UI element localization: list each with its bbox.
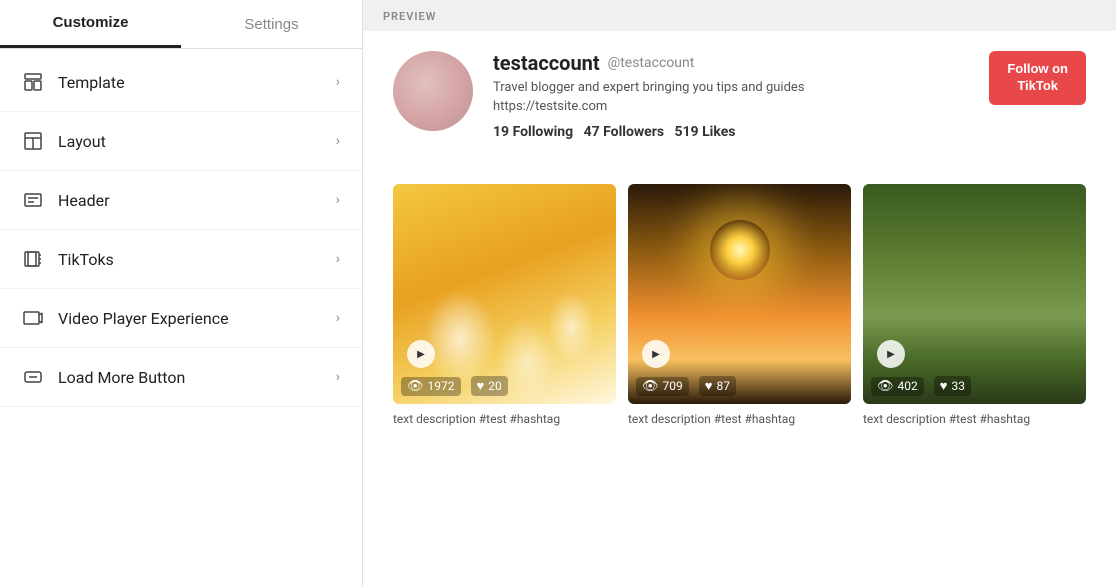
play-button-2[interactable]: ▶ [642,340,670,368]
likes-count-3: 33 [951,379,965,393]
profile-name: testaccount [493,51,600,75]
heart-icon-1: ♥ [477,378,485,394]
menu-item-tiktoks[interactable]: TikToks › [0,230,362,289]
views-count-2: 709 [663,379,683,393]
profile-info: testaccount @testaccount Travel blogger … [493,51,989,140]
eye-icon-2: 👁 [642,379,659,394]
views-stat-1: 👁 1972 [401,377,461,396]
template-label: Template [58,73,336,92]
likes-stat-2: ♥ 87 [699,376,736,396]
views-count-3: 402 [898,379,918,393]
tiktoks-chevron: › [336,251,340,267]
likes-count-1: 20 [488,379,502,393]
load-more-icon [22,366,44,388]
tab-bar: Customize Settings [0,0,362,49]
profile-bio: Travel blogger and expert bringing you t… [493,79,989,97]
video-desc-3: text description #test #hashtag [863,412,1086,428]
profile-url: https://testsite.com [493,99,989,114]
right-panel: PREVIEW testaccount @testaccount Travel … [363,0,1116,586]
header-icon [22,189,44,211]
menu-list: Template › Layout › [0,49,362,411]
profile-section: testaccount @testaccount Travel blogger … [393,51,1086,160]
play-button-3[interactable]: ▶ [877,340,905,368]
layout-icon [22,130,44,152]
video-desc-2: text description #test #hashtag [628,412,851,428]
video-thumbnail-1: ▶ 👁 1972 ♥ 20 [393,184,616,404]
video-desc-1: text description #test #hashtag [393,412,616,428]
views-stat-2: 👁 709 [636,377,689,396]
followers-count: 47 [584,124,600,140]
sun-overlay [710,220,770,280]
tiktoks-label: TikToks [58,250,336,269]
video-thumbnail-3: ▶ 👁 402 ♥ 33 [863,184,1086,404]
menu-item-load-more[interactable]: Load More Button › [0,348,362,407]
menu-item-template[interactable]: Template › [0,53,362,112]
load-more-label: Load More Button [58,368,336,387]
follow-tiktok-button[interactable]: Follow onTikTok [989,51,1086,105]
views-count-1: 1972 [428,379,455,393]
left-panel: Customize Settings Template › [0,0,363,586]
video-thumbnail-2: ▶ 👁 709 ♥ 87 [628,184,851,404]
header-chevron: › [336,192,340,208]
likes-label: Likes [702,124,735,140]
menu-item-header[interactable]: Header › [0,171,362,230]
play-button-1[interactable]: ▶ [407,340,435,368]
header-label: Header [58,191,336,210]
video-stats-3: 👁 402 ♥ 33 [871,376,1078,396]
avatar [393,51,473,131]
menu-item-video-player[interactable]: Video Player Experience › [0,289,362,348]
video-player-label: Video Player Experience [58,309,336,328]
video-card-3[interactable]: ▶ 👁 402 ♥ 33 text description #test #has… [863,184,1086,428]
following-count: 19 [493,124,509,140]
tab-settings[interactable]: Settings [181,0,362,48]
preview-label: PREVIEW [363,0,1116,31]
profile-stats: 19 Following 47 Followers 519 Likes [493,124,989,140]
video-card-2[interactable]: ▶ 👁 709 ♥ 87 text description #test #has… [628,184,851,428]
video-stats-1: 👁 1972 ♥ 20 [401,376,608,396]
followers-label: Followers [603,124,664,140]
layout-label: Layout [58,132,336,151]
likes-stat-1: ♥ 20 [471,376,508,396]
likes-stat-3: ♥ 33 [934,376,971,396]
tiktoks-icon [22,248,44,270]
profile-name-row: testaccount @testaccount [493,51,989,75]
video-player-icon [22,307,44,329]
template-icon [22,71,44,93]
heart-icon-3: ♥ [940,378,948,394]
eye-icon-1: 👁 [407,379,424,394]
eye-icon-3: 👁 [877,379,894,394]
profile-handle: @testaccount [608,55,695,71]
videos-grid: ▶ 👁 1972 ♥ 20 text description #test #ha… [393,184,1086,428]
likes-count: 519 [674,124,698,140]
video-stats-2: 👁 709 ♥ 87 [636,376,843,396]
tab-customize[interactable]: Customize [0,0,181,48]
likes-count-2: 87 [716,379,730,393]
preview-content: testaccount @testaccount Travel blogger … [363,31,1116,586]
load-more-chevron: › [336,369,340,385]
template-chevron: › [336,74,340,90]
heart-icon-2: ♥ [705,378,713,394]
layout-chevron: › [336,133,340,149]
video-player-chevron: › [336,310,340,326]
following-label: Following [513,124,574,140]
views-stat-3: 👁 402 [871,377,924,396]
video-card-1[interactable]: ▶ 👁 1972 ♥ 20 text description #test #ha… [393,184,616,428]
flower-overlay [393,184,616,404]
menu-item-layout[interactable]: Layout › [0,112,362,171]
